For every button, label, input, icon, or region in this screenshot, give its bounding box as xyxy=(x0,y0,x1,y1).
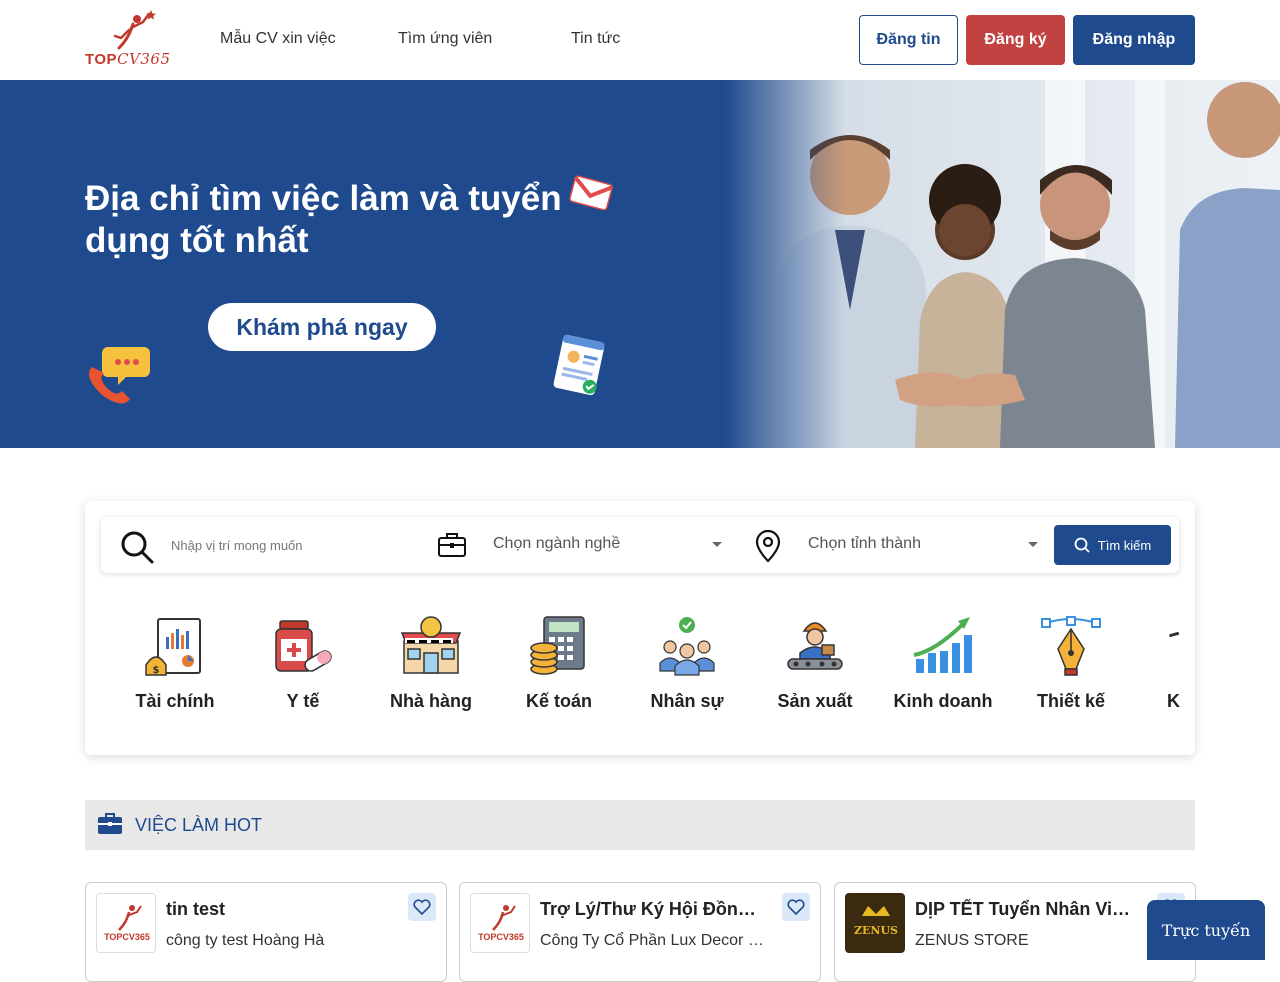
category-label: K xyxy=(1167,691,1180,711)
search-icon xyxy=(121,531,154,564)
login-button[interactable]: Đăng nhập xyxy=(1073,15,1195,65)
logo-runner-icon xyxy=(113,10,156,50)
category-label: Kinh doanh xyxy=(893,691,993,711)
worker-icon xyxy=(787,622,843,670)
medicine-icon xyxy=(275,620,332,672)
company-logo-text: TOPCV365 xyxy=(478,932,524,942)
nav-cv-templates[interactable]: Mẫu CV xin việc xyxy=(220,30,336,48)
category-label: Sản xuất xyxy=(777,691,853,711)
briefcase-icon xyxy=(438,533,466,557)
company-logo-text: ZENUS xyxy=(854,924,898,937)
chevron-down-icon[interactable] xyxy=(712,542,722,547)
category-design[interactable]: Thiết kế xyxy=(1007,611,1135,712)
logo-text-top: TOP xyxy=(85,51,118,68)
company-logo: ZENUS xyxy=(845,893,905,953)
logo-text: TOPCV365 xyxy=(85,50,171,68)
category-hr[interactable]: Nhân sự xyxy=(623,611,751,712)
category-label: Y tế xyxy=(286,691,320,711)
hero-title: Địa chỉ tìm việc làm và tuyển dụng tốt n… xyxy=(85,179,562,260)
job-company[interactable]: Công Ty Cổ Phần Lux Decor Việt Nam xyxy=(540,932,770,950)
favorite-button[interactable] xyxy=(782,893,810,921)
category-label: Nhân sự xyxy=(650,691,724,711)
heart-icon xyxy=(787,899,805,915)
search-bar: Chọn ngành nghề Chọn tỉnh thành Tìm kiếm xyxy=(101,517,1179,573)
job-card[interactable]: ZENUS DỊP TẾT Tuyển Nhân Viên Bán Hàng Z… xyxy=(834,882,1196,982)
resume-doc-icon xyxy=(553,334,605,396)
hot-jobs-header: VIỆC LÀM HOT xyxy=(85,800,1195,850)
category-more[interactable]: K xyxy=(1135,611,1195,712)
province-select[interactable]: Chọn tỉnh thành xyxy=(808,535,921,553)
logo-text-cv: CV365 xyxy=(117,50,171,68)
category-list: $ Tài chính Y tế Nhà hàng Kế toán Nhân s… xyxy=(85,611,1195,731)
category-icon xyxy=(1169,631,1180,638)
job-card[interactable]: TOPCV365 Trợ Lý/Thư Ký Hội Đồng Quản Trị… xyxy=(459,882,821,982)
category-label: Thiết kế xyxy=(1036,691,1106,711)
hero-photo-handshake xyxy=(725,80,1280,448)
mail-icon xyxy=(569,175,613,211)
search-button-label: Tìm kiếm xyxy=(1097,537,1152,553)
category-restaurant[interactable]: Nhà hàng xyxy=(367,611,495,712)
explore-now-button[interactable]: Khám phá ngay xyxy=(208,303,436,351)
svg-text:$: $ xyxy=(153,665,160,676)
job-company[interactable]: ZENUS STORE xyxy=(915,932,1145,950)
online-chat-button[interactable]: Trực tuyến xyxy=(1147,900,1265,960)
industry-select[interactable]: Chọn ngành nghề xyxy=(493,535,620,553)
category-finance[interactable]: $ Tài chính xyxy=(111,611,239,712)
job-title[interactable]: Trợ Lý/Thư Ký Hội Đồng Quản Trị xyxy=(540,899,760,920)
growth-chart-icon xyxy=(913,617,972,673)
job-title-search-input[interactable] xyxy=(171,535,411,555)
register-button[interactable]: Đăng ký xyxy=(966,15,1065,65)
hot-jobs-title: VIỆC LÀM HOT xyxy=(135,815,263,835)
hero-banner: Địa chỉ tìm việc làm và tuyển dụng tốt n… xyxy=(0,80,1280,448)
job-title[interactable]: DỊP TẾT Tuyển Nhân Viên Bán Hàng xyxy=(915,899,1135,920)
pen-tool-icon xyxy=(1041,616,1101,676)
company-logo: TOPCV365 xyxy=(96,893,156,953)
category-label: Nhà hàng xyxy=(389,691,472,711)
chevron-down-icon[interactable] xyxy=(1028,542,1038,547)
job-card[interactable]: TOPCV365 tin test công ty test Hoàng Hà xyxy=(85,882,447,982)
search-icon xyxy=(1074,537,1090,553)
company-logo: TOPCV365 xyxy=(470,893,530,953)
header: TOPCV365 Mẫu CV xin việc Tìm ứng viên Ti… xyxy=(0,0,1280,80)
category-label: Kế toán xyxy=(525,691,592,711)
job-title[interactable]: tin test xyxy=(166,899,386,920)
team-icon xyxy=(659,617,715,676)
favorite-button[interactable] xyxy=(408,893,436,921)
location-pin-icon xyxy=(755,529,781,563)
briefcase-icon xyxy=(98,813,122,834)
category-business[interactable]: Kinh doanh xyxy=(879,611,1007,712)
search-button[interactable]: Tìm kiếm xyxy=(1054,525,1171,565)
calculator-icon xyxy=(530,616,585,675)
company-logo-text: TOPCV365 xyxy=(104,932,150,942)
search-panel: Chọn ngành nghề Chọn tỉnh thành Tìm kiếm… xyxy=(85,501,1195,755)
post-job-button[interactable]: Đăng tin xyxy=(859,15,958,65)
category-label: Tài chính xyxy=(135,691,215,711)
restaurant-icon xyxy=(400,616,462,674)
site-logo[interactable]: TOPCV365 xyxy=(85,10,175,70)
job-company[interactable]: công ty test Hoàng Hà xyxy=(166,932,396,950)
nav-news[interactable]: Tin tức xyxy=(571,30,620,48)
category-accounting[interactable]: Kế toán xyxy=(495,611,623,712)
finance-icon: $ xyxy=(145,618,201,676)
hero-photo-fade xyxy=(725,80,845,448)
category-health[interactable]: Y tế xyxy=(239,611,367,712)
nav-find-candidates[interactable]: Tìm ứng viên xyxy=(398,30,492,48)
phone-chat-icon xyxy=(89,347,150,404)
heart-icon xyxy=(413,899,431,915)
category-manufacturing[interactable]: Sản xuất xyxy=(751,611,879,712)
